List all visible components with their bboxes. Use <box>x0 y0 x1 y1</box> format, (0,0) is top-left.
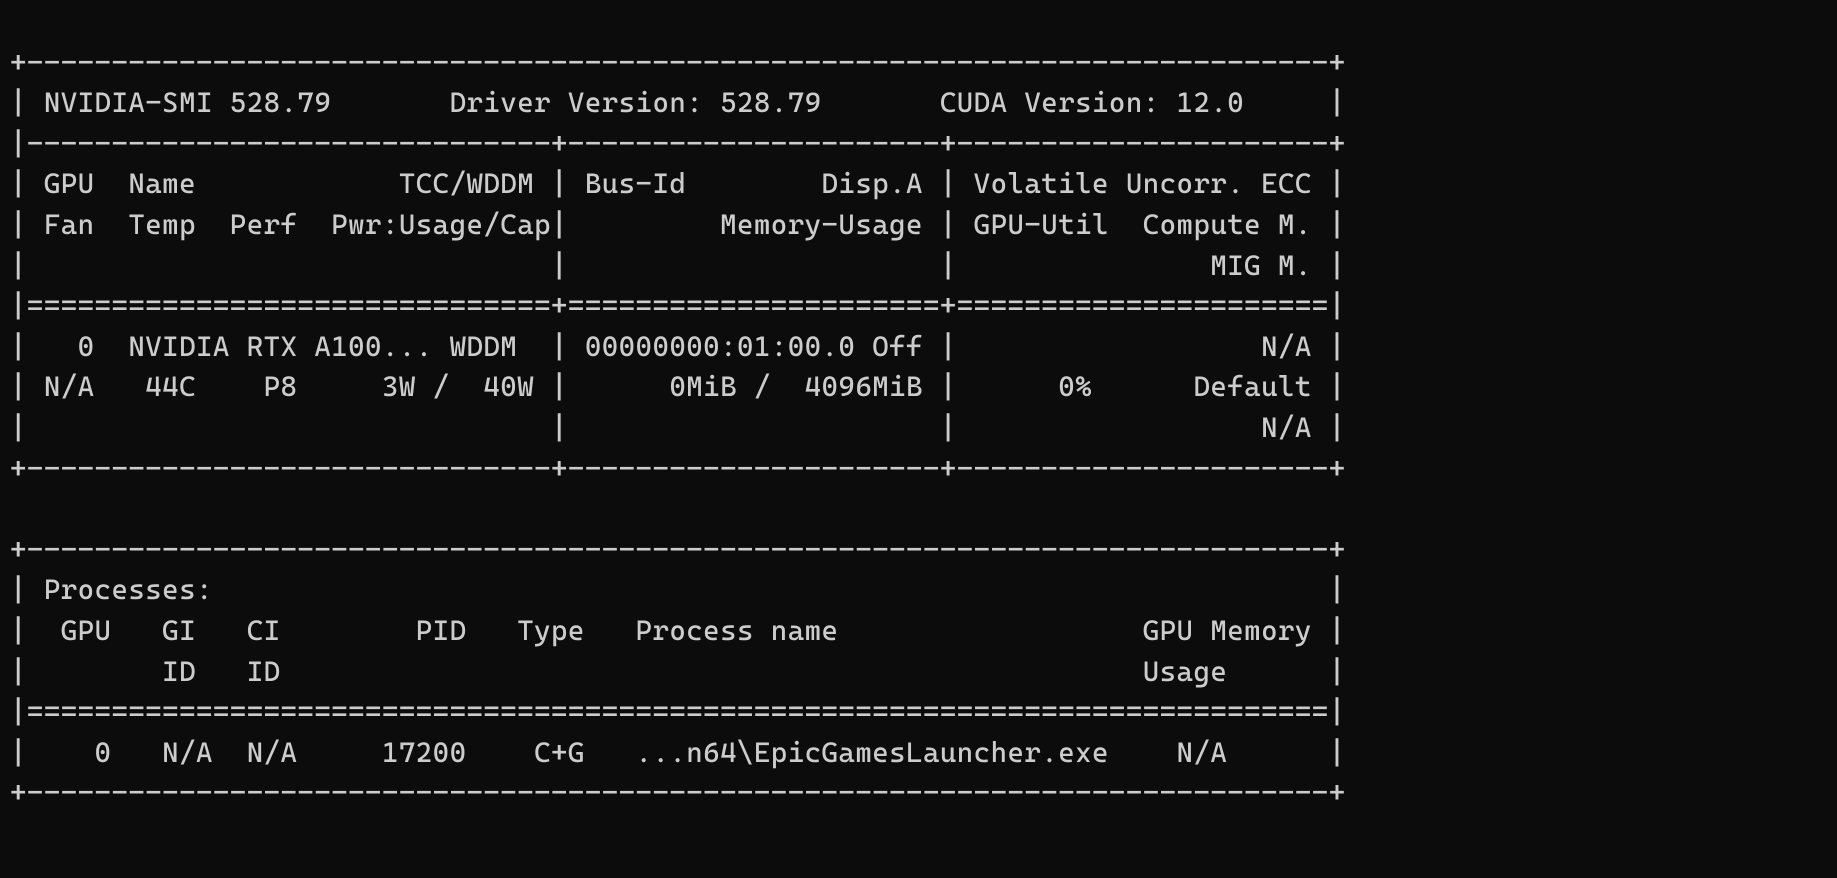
gpu-empty-line2 <box>585 411 923 444</box>
border-pipe: | <box>1312 370 1346 403</box>
border-pipe: | <box>1329 655 1346 688</box>
col-ecc: Volatile Uncorr. ECC <box>974 167 1312 200</box>
border-pipe: | <box>1312 330 1346 363</box>
gpu-bus-line: 00000000:01:00.0 Off <box>585 330 923 363</box>
col-compute: GPU-Util Compute M. <box>974 208 1312 241</box>
col-fan: Fan Temp Perf Pwr:Usage/Cap <box>44 208 551 241</box>
border-pipe: | <box>10 330 44 363</box>
border-sep3: |=======================================… <box>10 695 1346 728</box>
nvidia-smi-version: NVIDIA-SMI 528.79 <box>44 86 450 119</box>
border-pipe: | <box>534 370 585 403</box>
gpu-mem-line: 0MiB / 4096MiB <box>585 370 923 403</box>
gpu-device-line1: 0 NVIDIA RTX A100... WDDM <box>44 330 534 363</box>
border-pipe: | <box>10 167 44 200</box>
border-pipe: | <box>10 411 44 444</box>
border-pipe: | <box>923 249 974 282</box>
processes-title: Processes: <box>44 573 1329 606</box>
border-pipe: | <box>923 208 974 241</box>
border-pipe: | <box>1312 249 1346 282</box>
border-pipe: | <box>10 249 44 282</box>
border-pipe: | <box>1329 736 1346 769</box>
border-pipe: | <box>1312 411 1346 444</box>
border-pipe: | <box>10 370 44 403</box>
driver-version: Driver Version: 528.79 <box>450 86 940 119</box>
gpu-fan-temp-line: N/A 44C P8 3W / 40W <box>44 370 534 403</box>
border-pipe: | <box>551 208 568 241</box>
border-pipe: | <box>923 330 974 363</box>
border-pipe: | <box>923 411 974 444</box>
border-pipe: | <box>10 86 44 119</box>
proc-header1: GPU GI CI PID Type Process name GPU Memo… <box>27 614 1329 647</box>
proc-header2: ID ID Usage <box>27 655 1329 688</box>
border-pipe: | <box>923 370 974 403</box>
cuda-version: CUDA Version: 12.0 <box>940 86 1329 119</box>
gpu-ecc-line: N/A <box>974 330 1312 363</box>
col-mem: Memory-Usage <box>568 208 923 241</box>
border-pipe: | <box>1329 573 1346 606</box>
col-empty2 <box>585 249 923 282</box>
border-pipe: | <box>923 167 974 200</box>
border-top: +---------------------------------------… <box>10 46 1346 79</box>
border-pipe: | <box>1329 86 1346 119</box>
border-pipe: | <box>1312 167 1346 200</box>
border-sep1: |-------------------------------+-------… <box>10 127 1346 160</box>
border-top2: +---------------------------------------… <box>10 533 1346 566</box>
col-empty1 <box>44 249 534 282</box>
border-pipe: | <box>10 655 27 688</box>
border-pipe: | <box>10 614 27 647</box>
proc-row: 0 N/A N/A 17200 C+G ...n64\EpicGamesLaun… <box>27 736 1329 769</box>
border-pipe: | <box>534 167 585 200</box>
gpu-empty-line1 <box>44 411 534 444</box>
border-pipe: | <box>534 330 585 363</box>
border-pipe: | <box>534 411 585 444</box>
col-bus: Bus-Id Disp.A <box>585 167 923 200</box>
border-pipe: | <box>10 573 44 606</box>
border-bottom2: +---------------------------------------… <box>10 776 1346 809</box>
border-bottom1: +-------------------------------+-------… <box>10 452 1346 485</box>
border-pipe: | <box>1312 208 1346 241</box>
gpu-mig-line: N/A <box>974 411 1312 444</box>
gpu-util-line: 0% Default <box>974 370 1312 403</box>
col-mig: MIG M. <box>974 249 1312 282</box>
border-pipe: | <box>1329 614 1346 647</box>
border-pipe: | <box>10 736 27 769</box>
border-pipe: | <box>534 249 585 282</box>
border-sep2: |===============================+=======… <box>10 289 1346 322</box>
border-pipe: | <box>10 208 44 241</box>
col-gpu: GPU Name TCC/WDDM <box>44 167 534 200</box>
